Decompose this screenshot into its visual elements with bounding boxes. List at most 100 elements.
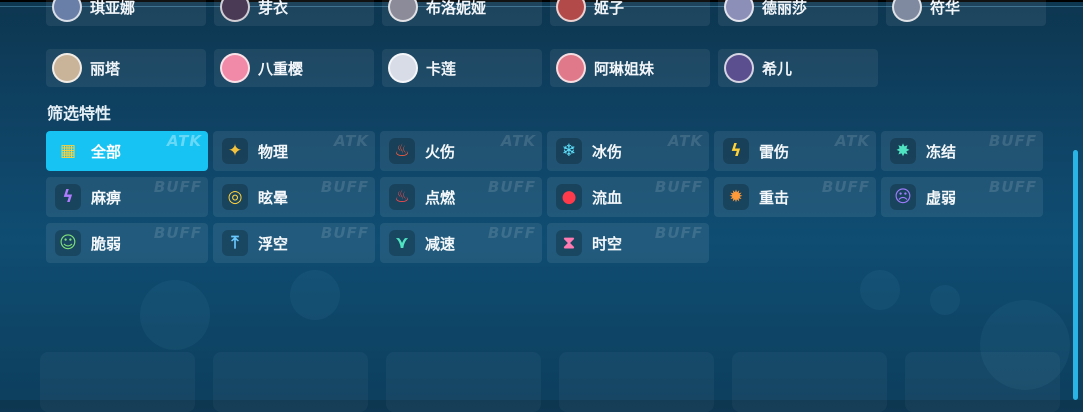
scrollbar[interactable] bbox=[1073, 150, 1078, 400]
filter-option-12[interactable]: BUFF ☺ 脆弱 bbox=[46, 223, 208, 263]
slot bbox=[905, 352, 1060, 412]
filter-option-9[interactable]: BUFF ● 流血 bbox=[547, 177, 709, 217]
slot bbox=[386, 352, 541, 412]
character-mei[interactable]: 芽衣 bbox=[214, 0, 374, 26]
spiral-icon: ◎ bbox=[222, 184, 248, 210]
filter-option-7[interactable]: BUFF ◎ 眩晕 bbox=[213, 177, 375, 217]
filter-category-tag: BUFF bbox=[487, 178, 536, 196]
character-avatar bbox=[892, 0, 922, 22]
character-avatar bbox=[724, 53, 754, 83]
filter-option-label: 减速 bbox=[425, 234, 456, 253]
filter-option-13[interactable]: BUFF ⤒ 浮空 bbox=[213, 223, 375, 263]
filter-option-label: 重击 bbox=[759, 188, 790, 207]
character-name: 阿琳姐妹 bbox=[594, 59, 655, 78]
character-kallen[interactable]: 卡莲 bbox=[382, 49, 542, 87]
filter-option-11[interactable]: BUFF ☹ 虚弱 bbox=[881, 177, 1043, 217]
character-avatar bbox=[556, 0, 586, 22]
character-name: 希儿 bbox=[762, 59, 793, 78]
filter-option-15[interactable]: BUFF ⧗ 时空 bbox=[547, 223, 709, 263]
impact-burst-icon: ✹ bbox=[723, 184, 749, 210]
filter-panel: 琪亚娜 芽衣 布洛妮娅 姬子 德丽莎 符华 丽塔 八重樱 卡莲 阿琳姐妹 希儿 … bbox=[0, 0, 1083, 412]
character-name: 八重樱 bbox=[258, 59, 304, 78]
character-name: 布洛妮娅 bbox=[426, 0, 487, 17]
filter-option-14[interactable]: BUFF ⋎ 减速 bbox=[380, 223, 542, 263]
filter-option-2[interactable]: ATK ♨ 火伤 bbox=[380, 131, 542, 171]
character-seele[interactable]: 希儿 bbox=[718, 49, 878, 87]
character-name: 德丽莎 bbox=[762, 0, 808, 17]
ignite-icon: ♨ bbox=[389, 184, 415, 210]
character-bronya[interactable]: 布洛妮娅 bbox=[382, 0, 542, 26]
character-avatar bbox=[388, 53, 418, 83]
slot bbox=[213, 352, 368, 412]
grid-icon: ▦ bbox=[59, 140, 77, 161]
filter-option-label: 眩晕 bbox=[258, 188, 289, 207]
filter-option-label: 麻痹 bbox=[91, 188, 122, 207]
slot bbox=[559, 352, 714, 412]
character-name: 卡莲 bbox=[426, 59, 457, 78]
filter-option-3[interactable]: ATK ❄ 冰伤 bbox=[547, 131, 709, 171]
character-rita[interactable]: 丽塔 bbox=[46, 49, 206, 87]
character-rozaliya-liliya[interactable]: 阿琳姐妹 bbox=[550, 49, 710, 87]
filter-option-label: 火伤 bbox=[425, 142, 456, 161]
character-fu-hua[interactable]: 符华 bbox=[886, 0, 1046, 26]
filter-option-6[interactable]: BUFF ϟ 麻痹 bbox=[46, 177, 208, 217]
sword-icon: ✦ bbox=[222, 138, 248, 164]
character-row-1: 琪亚娜 芽衣 布洛妮娅 姬子 德丽莎 符华 bbox=[46, 0, 1046, 26]
filter-category-tag: BUFF bbox=[320, 224, 369, 242]
filter-option-label: 雷伤 bbox=[759, 142, 790, 161]
character-row-2: 丽塔 八重樱 卡莲 阿琳姐妹 希儿 bbox=[46, 49, 878, 87]
character-avatar bbox=[556, 53, 586, 83]
filter-category-tag: BUFF bbox=[654, 224, 703, 242]
character-avatar bbox=[724, 0, 754, 22]
filter-option-1[interactable]: ATK ✦ 物理 bbox=[213, 131, 375, 171]
character-name: 符华 bbox=[930, 0, 961, 17]
filter-category-tag: BUFF bbox=[320, 178, 369, 196]
filter-option-5[interactable]: BUFF ✸ 冻结 bbox=[881, 131, 1043, 171]
blood-drop-icon: ● bbox=[556, 184, 582, 210]
character-avatar bbox=[52, 53, 82, 83]
float-arrow-icon: ⤒ bbox=[222, 230, 248, 256]
filter-category-tag: BUFF bbox=[153, 178, 202, 196]
character-kiana[interactable]: 琪亚娜 bbox=[46, 0, 206, 26]
filter-category-tag: BUFF bbox=[153, 224, 202, 242]
character-name: 琪亚娜 bbox=[90, 0, 136, 17]
character-avatar bbox=[388, 0, 418, 22]
filter-option-label: 物理 bbox=[258, 142, 289, 161]
slow-chevron-icon: ⋎ bbox=[389, 230, 415, 256]
filter-category-tag: ATK bbox=[500, 132, 536, 150]
filter-option-8[interactable]: BUFF ♨ 点燃 bbox=[380, 177, 542, 217]
weak-face-icon: ☹ bbox=[890, 184, 916, 210]
character-theresa[interactable]: 德丽莎 bbox=[718, 0, 878, 26]
filter-category-tag: BUFF bbox=[988, 132, 1037, 150]
filter-category-tag: ATK bbox=[834, 132, 870, 150]
character-avatar bbox=[220, 53, 250, 83]
filter-grid: ATK ▦ 全部 ATK ✦ 物理 ATK ♨ 火伤 ATK ❄ 冰伤 ATK ϟ 雷伤 BUFF ✸ 冻结 BUF… bbox=[46, 131, 1043, 263]
character-himeko[interactable]: 姬子 bbox=[550, 0, 710, 26]
bottom-slots bbox=[40, 352, 1060, 412]
character-avatar bbox=[220, 0, 250, 22]
filter-category-tag: BUFF bbox=[821, 178, 870, 196]
character-yae-sakura[interactable]: 八重樱 bbox=[214, 49, 374, 87]
filter-option-10[interactable]: BUFF ✹ 重击 bbox=[714, 177, 876, 217]
filter-category-tag: ATK bbox=[166, 132, 202, 150]
filter-option-label: 浮空 bbox=[258, 234, 289, 253]
paralysis-bolt-icon: ϟ bbox=[55, 184, 81, 210]
filter-option-label: 时空 bbox=[592, 234, 623, 253]
filter-option-4[interactable]: ATK ϟ 雷伤 bbox=[714, 131, 876, 171]
fragile-mask-icon: ☺ bbox=[55, 230, 81, 256]
lightning-icon: ϟ bbox=[723, 138, 749, 164]
filter-option-label: 冰伤 bbox=[592, 142, 623, 161]
filter-option-label: 冻结 bbox=[926, 142, 957, 161]
filter-option-0[interactable]: ATK ▦ 全部 bbox=[46, 131, 208, 171]
filter-category-tag: BUFF bbox=[487, 224, 536, 242]
filter-option-label: 点燃 bbox=[425, 188, 456, 207]
filter-category-tag: BUFF bbox=[988, 178, 1037, 196]
hourglass-icon: ⧗ bbox=[556, 230, 582, 256]
character-name: 姬子 bbox=[594, 0, 625, 17]
character-name: 芽衣 bbox=[258, 0, 289, 17]
freeze-burst-icon: ✸ bbox=[890, 138, 916, 164]
fire-icon: ♨ bbox=[389, 138, 415, 164]
filter-option-label: 流血 bbox=[592, 188, 623, 207]
filter-section-title: 筛选特性 bbox=[47, 104, 112, 123]
slot bbox=[40, 352, 195, 412]
